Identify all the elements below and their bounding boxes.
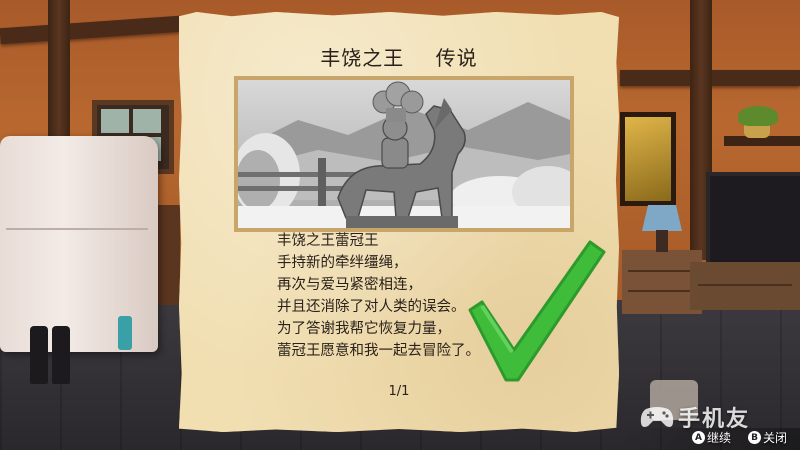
television — [706, 172, 800, 274]
continue-button[interactable]: A 继续 — [692, 429, 731, 446]
statue-picture-icon — [238, 80, 570, 228]
glastrier-statue-illustration — [234, 76, 574, 232]
b-button-icon: B — [748, 431, 761, 444]
lamp-base — [656, 230, 668, 252]
check-icon — [468, 240, 606, 382]
continue-label: 继续 — [707, 431, 732, 445]
wooden-post — [48, 0, 70, 140]
legend-title-sub: 传说 — [435, 46, 478, 70]
gamepad-icon — [640, 407, 674, 427]
a-button-icon: A — [692, 431, 705, 444]
plant-icon — [738, 106, 778, 126]
tv-stand — [690, 262, 800, 310]
close-button[interactable]: B 关闭 — [748, 429, 787, 446]
boots — [30, 322, 74, 384]
watermark: 手机友 — [640, 402, 790, 432]
legend-title: 丰饶之王 传说 — [179, 42, 619, 71]
close-label: 关闭 — [763, 431, 788, 445]
legend-title-main: 丰饶之王 — [320, 46, 405, 70]
wall-painting — [620, 112, 676, 206]
refrigerator — [0, 136, 158, 352]
lamp-icon — [642, 205, 682, 231]
